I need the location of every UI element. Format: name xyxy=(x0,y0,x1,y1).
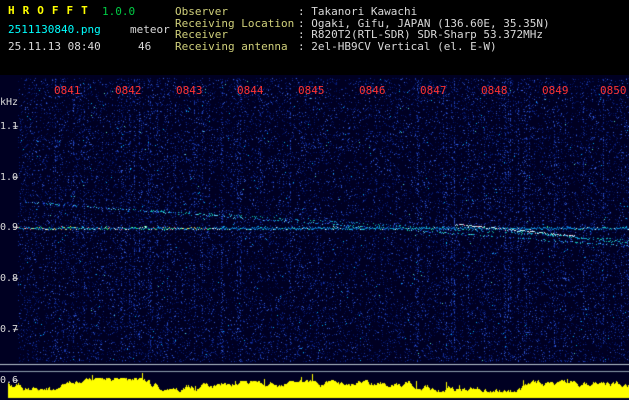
time-tick-label: 0847 xyxy=(420,84,447,97)
freq-tick-label: 0.8 xyxy=(0,273,19,284)
time-tick-label: 0849 xyxy=(542,84,569,97)
time-tick-label: 0844 xyxy=(237,84,264,97)
app-version: 1.0.0 xyxy=(102,5,136,18)
hrofft-screen: HROFFT 1.0.0 2511130840.png meteor 25.11… xyxy=(0,0,629,400)
freq-tick-label: 0.9 xyxy=(0,222,19,233)
echo-count: 46 xyxy=(138,40,152,53)
freq-tick-label: 1.0 xyxy=(0,172,19,183)
freq-tick-label: 0.6 xyxy=(0,375,19,386)
time-tick-label: 0841 xyxy=(54,84,81,97)
time-tick-label: 0843 xyxy=(176,84,203,97)
time-tick-label: 0850 xyxy=(600,84,627,97)
spectrogram-canvas xyxy=(0,75,629,400)
time-tick-label: 0845 xyxy=(298,84,325,97)
info-value: : 2el-HB9CV Vertical (el. E-W) xyxy=(298,39,497,53)
time-tick-label: 0846 xyxy=(359,84,386,97)
freq-unit-label: kHz xyxy=(0,97,19,108)
info-label: Receiving antenna xyxy=(175,39,288,53)
app-title: HROFFT xyxy=(8,4,96,17)
time-tick-label: 0848 xyxy=(481,84,508,97)
freq-tick-label: 0.7 xyxy=(0,324,19,335)
mode-label: meteor xyxy=(130,23,170,36)
freq-tick-label: 1.1 xyxy=(0,121,19,132)
spectrogram: kHz 1.1 1.0 0.9 0.8 0.7 0.6 0841 0842 08… xyxy=(0,75,629,400)
time-tick-label: 0842 xyxy=(115,84,142,97)
output-filename: 2511130840.png xyxy=(8,23,101,36)
observation-datetime: 25.11.13 08:40 xyxy=(8,40,101,53)
header: HROFFT 1.0.0 2511130840.png meteor 25.11… xyxy=(0,0,629,75)
